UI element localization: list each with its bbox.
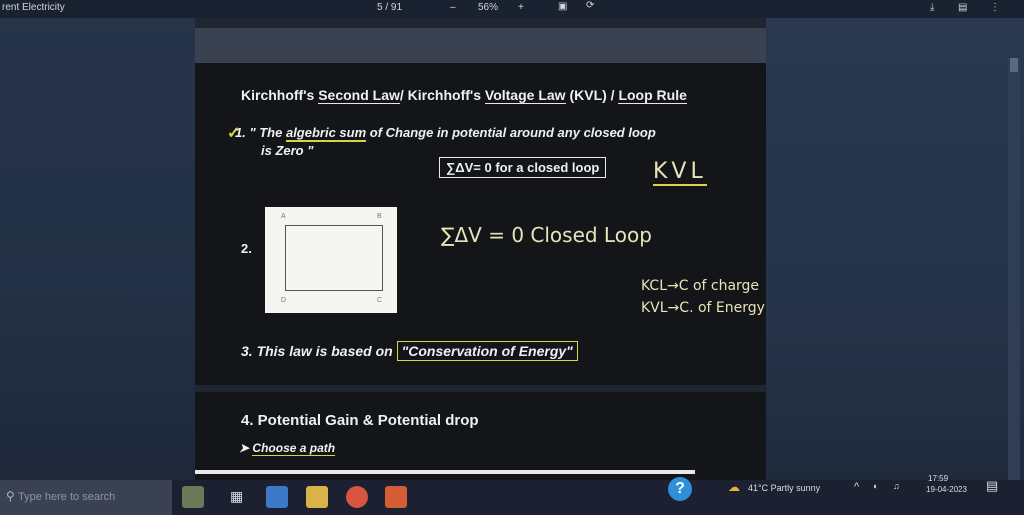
background-left — [0, 0, 195, 515]
point-1-text-line2: is Zero " — [261, 143, 314, 158]
corner-label-d: D — [281, 297, 287, 304]
loop-rectangle — [285, 225, 383, 291]
clock-date[interactable]: 19-04-2023 — [926, 485, 967, 494]
windows-taskbar: ⚲ Type here to search ▦ ? ☁ 41°C Partly … — [0, 474, 1024, 515]
kvl-formula-box: ∑ΔV= 0 for a closed loop — [439, 157, 607, 178]
point-4-heading: 4. Potential Gain & Potential drop — [241, 412, 479, 429]
slide-page-5: Kirchhoff's Second Law/ Kirchhoff's Volt… — [195, 63, 766, 385]
download-icon[interactable]: ⤓ — [930, 2, 934, 13]
scrollbar-thumb[interactable] — [1010, 58, 1018, 72]
closed-loop-equation: ∑ΔV = 0 Closed Loop — [441, 223, 652, 247]
slide-title: Kirchhoff's Second Law/ Kirchhoff's Volt… — [241, 87, 687, 104]
network-icon[interactable]: ◖ — [872, 481, 877, 491]
help-icon[interactable]: ? — [668, 477, 692, 501]
point-2-number: 2. — [241, 241, 252, 256]
rotate-icon[interactable]: ⟳ — [586, 0, 594, 11]
pdf-toolbar: rent Electricity 5 / 91 – 56% + ▣ ⟳ ⤓ ▤ … — [0, 0, 1024, 18]
point-1-text: 1. " The algebric sum of Change in poten… — [235, 125, 656, 142]
kcl-note: KCL→C of charge — [641, 278, 760, 294]
page-gap-strip — [195, 28, 766, 63]
clock-time[interactable]: 17:59 — [928, 474, 948, 483]
taskbar-search-box[interactable]: ⚲ Type here to search — [0, 480, 172, 515]
kcl-kvl-notes: KCL→C of charge KVL→C. of Energy — [641, 275, 765, 319]
file-explorer-icon[interactable] — [266, 486, 288, 508]
print-icon[interactable]: ▤ — [958, 2, 967, 13]
closed-loop-diagram: A B C D — [265, 207, 397, 313]
slide-page-6: 4. Potential Gain & Potential drop ➤ Cho… — [195, 392, 766, 480]
corner-label-b: B — [377, 213, 382, 220]
arrow-icon: ➤ — [239, 441, 250, 455]
page-indicator[interactable]: 5 / 91 — [377, 2, 402, 13]
conservation-of-energy-box: "Conservation of Energy" — [396, 341, 578, 361]
notification-icon[interactable]: ▤ — [986, 478, 998, 494]
app-icon[interactable] — [385, 486, 407, 508]
folder-icon[interactable] — [306, 486, 328, 508]
chevron-up-icon[interactable]: ^ — [854, 481, 859, 493]
kvl-note: KVL→C. of Energy — [641, 300, 765, 316]
more-icon[interactable]: ⋮ — [990, 2, 1000, 13]
document-title: rent Electricity — [2, 2, 65, 13]
zoom-level: 56% — [478, 2, 499, 13]
scrollbar[interactable] — [1008, 58, 1020, 480]
search-icon: ⚲ — [6, 489, 15, 503]
kvl-handwritten: KVL — [653, 159, 707, 186]
chrome-icon[interactable] — [346, 486, 368, 508]
corner-label-c: C — [377, 297, 383, 304]
app-icon[interactable] — [182, 486, 204, 508]
fit-page-icon[interactable]: ▣ — [558, 1, 567, 12]
background-right — [766, 0, 1024, 515]
zoom-in-button[interactable]: + — [518, 2, 524, 13]
weather-text[interactable]: 41°C Partly sunny — [748, 483, 820, 493]
zoom-out-button[interactable]: – — [450, 2, 456, 13]
divider-line — [195, 470, 695, 474]
weather-icon[interactable]: ☁ — [728, 480, 740, 494]
volume-icon[interactable]: ♫ — [893, 481, 900, 491]
task-view-icon[interactable]: ▦ — [230, 488, 243, 505]
corner-label-a: A — [281, 213, 286, 220]
choose-path-line: ➤ Choose a path — [239, 441, 336, 456]
search-placeholder: Type here to search — [18, 491, 116, 503]
point-3-text: 3. This law is based on "Conservation of… — [241, 341, 578, 361]
